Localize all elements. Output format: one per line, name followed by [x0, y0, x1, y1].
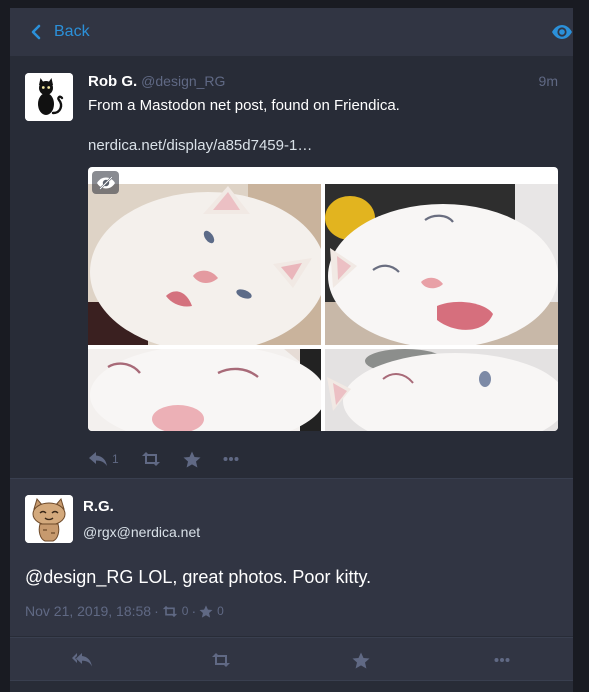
- reblog-button[interactable]: [210, 650, 232, 670]
- reply-button[interactable]: [71, 650, 93, 670]
- cat-photo: [325, 349, 558, 431]
- status-action-bar: 1: [88, 449, 261, 469]
- status-datetime[interactable]: Nov 21, 2019, 18:58: [25, 603, 151, 619]
- status-link[interactable]: nerdica.net/display/a85d7459-1…: [88, 137, 312, 154]
- star-icon: [183, 451, 201, 467]
- detailed-action-bar: [10, 637, 573, 681]
- avatar[interactable]: [25, 495, 73, 543]
- hide-media-button[interactable]: [92, 171, 119, 194]
- retweet-icon: [162, 605, 177, 617]
- reblog-button[interactable]: [141, 451, 161, 467]
- media-thumbnail[interactable]: [88, 184, 321, 345]
- status-content: @design_RG LOL, great photos. Poor kitty…: [25, 567, 372, 587]
- detailed-status: R.G. @rgx@nerdica.net @design_RG LOL, gr…: [10, 479, 573, 636]
- relative-time[interactable]: 9m: [539, 73, 558, 89]
- column-header: Back: [10, 8, 573, 56]
- media-thumbnail[interactable]: [88, 349, 321, 431]
- cat-photo: [325, 184, 558, 345]
- status-meta: Nov 21, 2019, 18:58 · 0 · 0: [25, 603, 224, 619]
- chevron-left-icon: [31, 24, 41, 40]
- avatar[interactable]: [25, 73, 73, 121]
- ellipsis-icon: [223, 457, 239, 461]
- display-name[interactable]: Rob G.: [88, 73, 137, 90]
- background-strip: [573, 8, 589, 692]
- reply-button[interactable]: 1: [88, 451, 119, 467]
- status-author[interactable]: Rob G. @design_RG: [88, 73, 225, 90]
- status-content: From a Mastodon net post, found on Frien…: [88, 97, 400, 114]
- reply-all-icon: [72, 653, 92, 667]
- cat-photo: [88, 184, 321, 345]
- more-options-button[interactable]: [491, 650, 513, 670]
- meta-separator: ·: [191, 603, 197, 619]
- favourite-count[interactable]: 0: [217, 604, 224, 618]
- favourite-button[interactable]: [183, 451, 201, 468]
- eye-slash-icon: [96, 175, 115, 190]
- account-handle[interactable]: @design_RG: [141, 73, 225, 89]
- toggle-visibility-button[interactable]: [551, 22, 573, 42]
- star-icon: [352, 652, 370, 668]
- ellipsis-icon: [494, 658, 510, 662]
- media-thumbnail[interactable]: [325, 184, 558, 345]
- thread-column: Back Rob G. @design_RG 9m From a Mastodo…: [10, 8, 573, 692]
- back-label: Back: [54, 23, 90, 40]
- black-cat-avatar-icon: [25, 73, 73, 121]
- media-thumbnail[interactable]: [325, 349, 558, 431]
- cat-photo: [88, 349, 321, 431]
- eye-icon: [552, 25, 572, 39]
- status-post[interactable]: Rob G. @design_RG 9m From a Mastodon net …: [10, 56, 573, 478]
- cartoon-cat-avatar-icon: [25, 495, 73, 543]
- reblog-count[interactable]: 0: [182, 604, 189, 618]
- favourite-button[interactable]: [350, 650, 372, 670]
- back-button[interactable]: Back: [10, 8, 90, 56]
- star-icon: [199, 604, 213, 618]
- retweet-icon: [212, 653, 230, 667]
- account-handle[interactable]: @rgx@nerdica.net: [83, 524, 200, 540]
- display-name[interactable]: R.G.: [83, 498, 114, 515]
- media-gallery: [88, 167, 558, 431]
- retweet-icon: [141, 452, 160, 466]
- reply-icon: [89, 452, 107, 466]
- more-options-button[interactable]: [223, 456, 239, 462]
- meta-separator: ·: [154, 603, 159, 619]
- reply-count: 1: [112, 452, 119, 466]
